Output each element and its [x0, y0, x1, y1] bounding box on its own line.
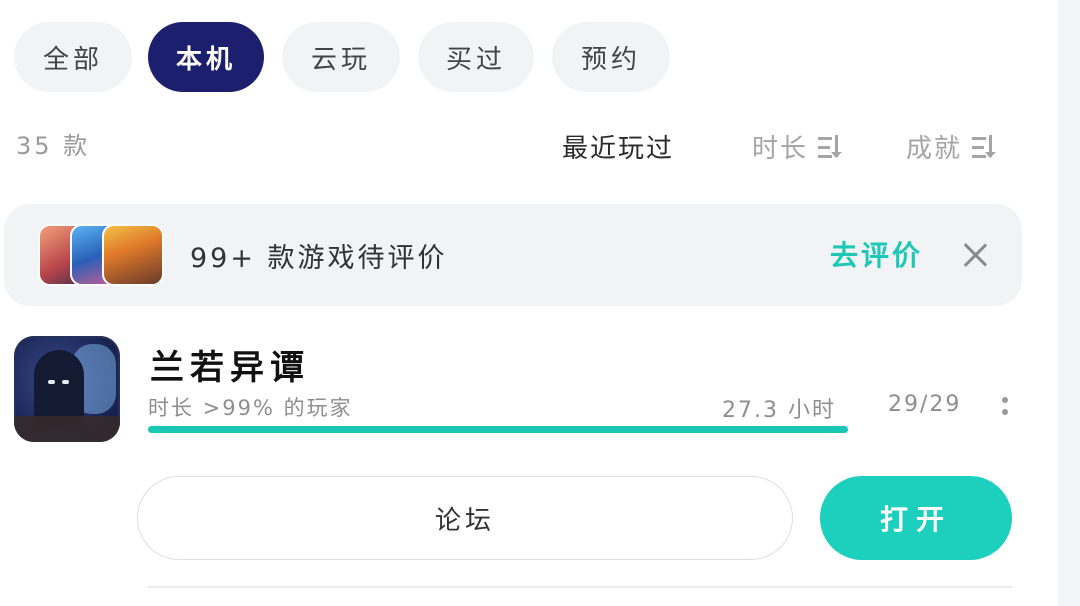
tab-local-label: 本机 — [175, 44, 236, 75]
game-title[interactable]: 兰若异谭 — [150, 340, 310, 389]
pending-review-text: 99+ 款游戏待评价 — [190, 243, 448, 274]
playtime-progress-fill — [148, 426, 848, 433]
game-avatars — [38, 224, 168, 286]
right-edge-panel — [1058, 0, 1080, 606]
tab-reserved[interactable]: 预约 — [552, 22, 670, 92]
divider — [148, 586, 1012, 588]
close-icon[interactable] — [962, 242, 988, 268]
sort-recent[interactable]: 最近玩过 — [562, 128, 674, 165]
tab-reserved-label: 预约 — [580, 44, 641, 75]
sort-duration[interactable]: 时长 — [752, 128, 843, 165]
tab-cloud[interactable]: 云玩 — [282, 22, 400, 92]
playtime-rank: 时长 >99% 的玩家 — [148, 396, 353, 420]
sort-order-icon — [972, 135, 997, 158]
tab-purchased[interactable]: 买过 — [418, 22, 534, 92]
achievement-count: 29/29 — [888, 392, 962, 417]
more-options-icon[interactable] — [1002, 397, 1010, 415]
tab-cloud-label: 云玩 — [310, 44, 371, 75]
sort-recent-label: 最近玩过 — [562, 134, 675, 164]
open-game-button[interactable]: 打开 — [820, 476, 1012, 560]
game-avatar — [102, 224, 164, 286]
game-icon[interactable] — [14, 336, 120, 442]
review-banner: 99+ 款游戏待评价 去评价 — [4, 204, 1022, 306]
sort-achievement-label: 成就 — [906, 134, 963, 164]
tab-all[interactable]: 全部 — [14, 22, 132, 92]
game-count: 35 款 — [16, 132, 91, 160]
open-button-label: 打开 — [879, 503, 952, 536]
tab-local[interactable]: 本机 — [148, 22, 264, 92]
sort-order-icon — [818, 135, 843, 158]
filter-tabs: 全部 本机 云玩 买过 预约 — [14, 22, 670, 92]
forum-button[interactable]: 论坛 — [137, 476, 793, 560]
go-review-link[interactable]: 去评价 — [830, 234, 923, 274]
sort-duration-label: 时长 — [752, 134, 809, 164]
playtime-progress-bar — [148, 426, 848, 433]
tab-purchased-label: 买过 — [445, 44, 506, 75]
sort-achievement[interactable]: 成就 — [906, 128, 997, 165]
tab-all-label: 全部 — [42, 44, 103, 75]
playtime-hours: 27.3 小时 — [722, 398, 836, 423]
forum-button-label: 论坛 — [434, 505, 495, 536]
